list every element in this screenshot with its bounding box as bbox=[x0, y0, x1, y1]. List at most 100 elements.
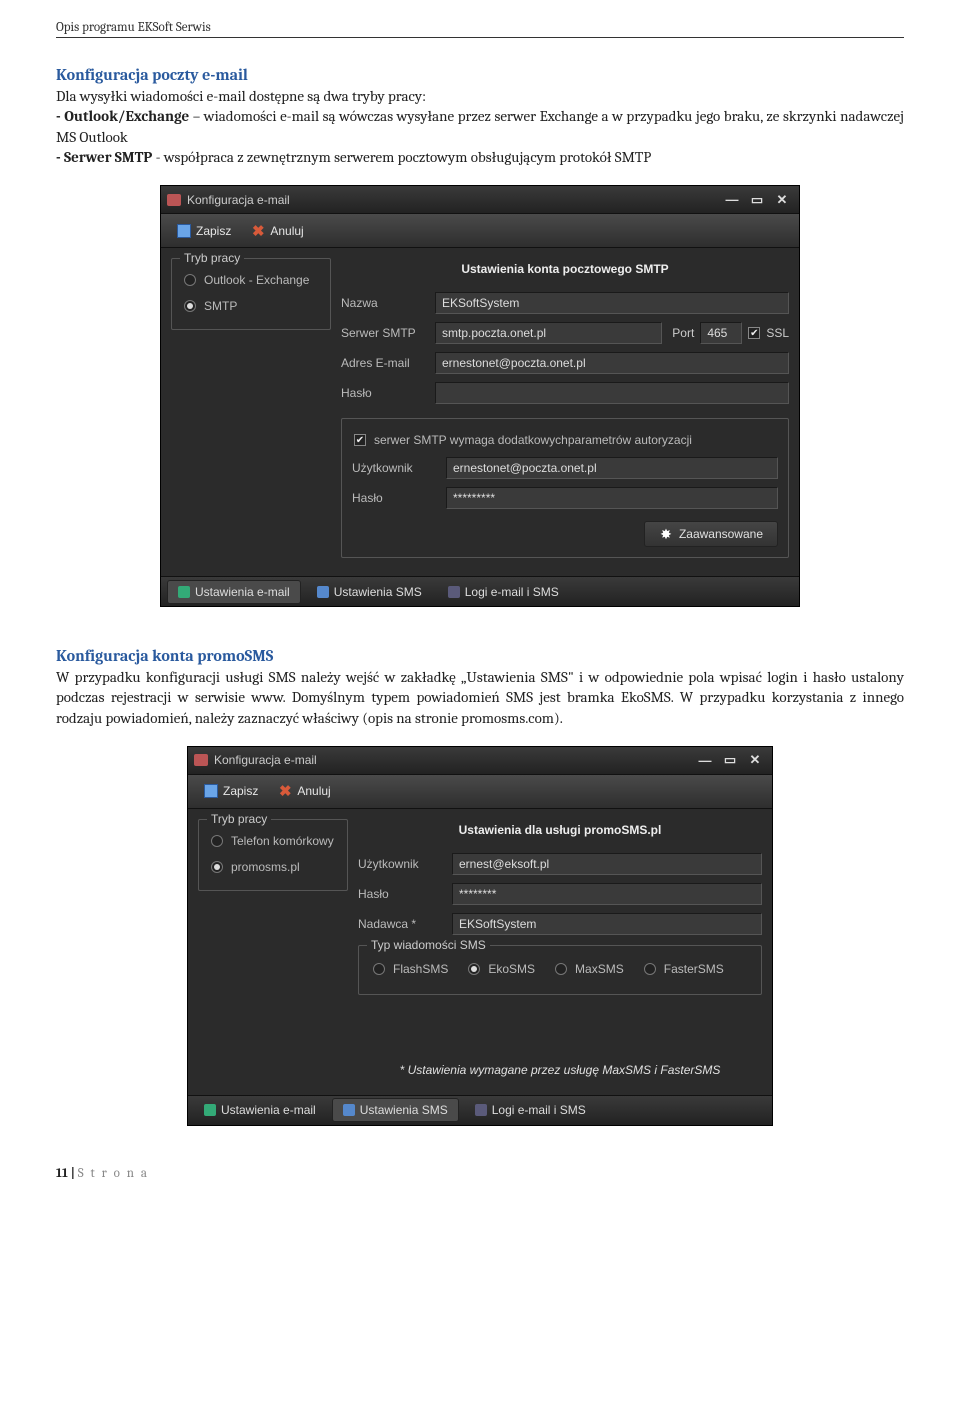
page-word: S t r o n a bbox=[78, 1166, 149, 1181]
tab-email-settings[interactable]: Ustawienia e-mail bbox=[194, 1099, 326, 1121]
cancel-icon: ✖ bbox=[251, 224, 265, 238]
window-titlebar: Konfiguracja e-mail — ▭ ✕ bbox=[161, 186, 799, 214]
section-title-email: Konfiguracja poczty e-mail bbox=[56, 66, 904, 84]
toolbar: Zapisz ✖ Anuluj bbox=[188, 775, 772, 809]
button-label: Zapisz bbox=[196, 224, 231, 238]
password-input[interactable]: ******** bbox=[452, 883, 762, 905]
body-paragraph: W przypadku konfiguracji usługi SMS nale… bbox=[56, 667, 904, 728]
maximize-button[interactable]: ▭ bbox=[719, 751, 741, 769]
work-mode-fieldset: Tryb pracy Outlook - Exchange SMTP bbox=[171, 258, 331, 330]
radio-fastersms[interactable]: FasterSMS bbox=[644, 960, 724, 978]
name-input[interactable]: EKSoftSystem bbox=[435, 292, 789, 314]
section-title-promosms: Konfiguracja konta promoSMS bbox=[56, 647, 904, 665]
radio-flashsms[interactable]: FlashSMS bbox=[373, 960, 448, 978]
save-icon bbox=[204, 784, 218, 798]
bottom-tabbar: Ustawienia e-mail Ustawienia SMS Logi e-… bbox=[161, 576, 799, 606]
radio-smtp[interactable]: SMTP bbox=[182, 293, 320, 319]
radio-phone[interactable]: Telefon komórkowy bbox=[209, 828, 337, 854]
auth-checkbox-row[interactable]: serwer SMTP wymaga dodatkowychparametrów… bbox=[352, 427, 778, 453]
ssl-checkbox[interactable] bbox=[748, 327, 760, 339]
password-label: Hasło bbox=[341, 386, 425, 400]
close-button[interactable]: ✕ bbox=[744, 751, 766, 769]
button-label: Anuluj bbox=[297, 784, 330, 798]
radio-label: promosms.pl bbox=[231, 860, 300, 874]
gear-icon: ✸ bbox=[659, 527, 673, 541]
close-button[interactable]: ✕ bbox=[771, 191, 793, 209]
name-label: Nazwa bbox=[341, 296, 425, 310]
radio-icon bbox=[373, 963, 385, 975]
password2-label: Hasło bbox=[352, 491, 436, 505]
window-titlebar: Konfiguracja e-mail — ▭ ✕ bbox=[188, 747, 772, 775]
phone-icon bbox=[343, 1104, 355, 1116]
user-input[interactable]: ernest@eksoft.pl bbox=[452, 853, 762, 875]
sender-input[interactable]: EKSoftSystem bbox=[452, 913, 762, 935]
app-icon bbox=[167, 194, 181, 206]
phone-icon bbox=[317, 586, 329, 598]
radio-maxsms[interactable]: MaxSMS bbox=[555, 960, 624, 978]
password2-input[interactable]: ********* bbox=[446, 487, 778, 509]
text: - współpraca z zewnętrznym serwerem pocz… bbox=[152, 148, 651, 166]
tab-label: Ustawienia SMS bbox=[360, 1103, 448, 1117]
window-title: Konfiguracja e-mail bbox=[187, 193, 290, 207]
sender-label: Nadawca * bbox=[358, 917, 442, 931]
user-input[interactable]: ernestonet@poczta.onet.pl bbox=[446, 457, 778, 479]
radio-icon bbox=[644, 963, 656, 975]
radio-outlook[interactable]: Outlook - Exchange bbox=[182, 267, 320, 293]
server-input[interactable]: smtp.poczta.onet.pl bbox=[435, 322, 662, 344]
page-number: 11 | bbox=[56, 1166, 78, 1181]
button-label: Anuluj bbox=[270, 224, 303, 238]
body-paragraph: Dla wysyłki wiadomości e-mail dostępne s… bbox=[56, 86, 904, 167]
sms-config-window: Konfiguracja e-mail — ▭ ✕ Zapisz ✖ Anulu… bbox=[187, 746, 773, 1126]
text: Dla wysyłki wiadomości e-mail dostępne s… bbox=[56, 87, 426, 105]
minimize-button[interactable]: — bbox=[694, 751, 716, 769]
panel-title: Ustawienia dla usługi promoSMS.pl bbox=[358, 819, 762, 849]
fieldset-legend: Tryb pracy bbox=[207, 812, 271, 826]
radio-icon bbox=[555, 963, 567, 975]
app-icon bbox=[194, 754, 208, 766]
sms-type-fieldset: Typ wiadomości SMS FlashSMS EkoSMS Ma bbox=[358, 945, 762, 995]
log-icon bbox=[448, 586, 460, 598]
log-icon bbox=[475, 1104, 487, 1116]
save-icon bbox=[177, 224, 191, 238]
advanced-button[interactable]: ✸ Zaawansowane bbox=[644, 521, 778, 547]
tab-sms-settings[interactable]: Ustawienia SMS bbox=[332, 1098, 459, 1122]
footnote-text: * Ustawienia wymagane przez usługę MaxSM… bbox=[358, 1003, 762, 1085]
tab-logs[interactable]: Logi e-mail i SMS bbox=[438, 581, 569, 603]
save-button[interactable]: Zapisz bbox=[196, 781, 266, 801]
radio-promosms[interactable]: promosms.pl bbox=[209, 854, 337, 880]
tab-logs[interactable]: Logi e-mail i SMS bbox=[465, 1099, 596, 1121]
panel-title: Ustawienia konta pocztowego SMTP bbox=[341, 258, 789, 288]
mail-icon bbox=[178, 586, 190, 598]
radio-icon bbox=[211, 861, 223, 873]
page-footer: 11 | S t r o n a bbox=[56, 1166, 904, 1181]
tab-sms-settings[interactable]: Ustawienia SMS bbox=[307, 581, 432, 603]
email-config-window: Konfiguracja e-mail — ▭ ✕ Zapisz ✖ Anulu… bbox=[160, 185, 800, 607]
checkbox-label: serwer SMTP wymaga dodatkowychparametrów… bbox=[374, 433, 692, 447]
port-input[interactable]: 465 bbox=[700, 322, 742, 344]
password-label: Hasło bbox=[358, 887, 442, 901]
document-header: Opis programu EKSoft Serwis bbox=[56, 20, 904, 38]
cancel-button[interactable]: ✖ Anuluj bbox=[243, 221, 311, 241]
tab-label: Ustawienia e-mail bbox=[221, 1103, 316, 1117]
cancel-button[interactable]: ✖ Anuluj bbox=[270, 781, 338, 801]
radio-label: MaxSMS bbox=[575, 962, 624, 976]
password-input[interactable] bbox=[435, 382, 789, 404]
maximize-button[interactable]: ▭ bbox=[746, 191, 768, 209]
checkbox-icon bbox=[354, 434, 366, 446]
save-button[interactable]: Zapisz bbox=[169, 221, 239, 241]
radio-label: SMTP bbox=[204, 299, 237, 313]
tab-label: Logi e-mail i SMS bbox=[492, 1103, 586, 1117]
email-input[interactable]: ernestonet@poczta.onet.pl bbox=[435, 352, 789, 374]
auth-fieldset: serwer SMTP wymaga dodatkowychparametrów… bbox=[341, 418, 789, 558]
radio-label: Telefon komórkowy bbox=[231, 834, 334, 848]
tab-label: Ustawienia e-mail bbox=[195, 585, 290, 599]
user-label: Użytkownik bbox=[358, 857, 442, 871]
user-label: Użytkownik bbox=[352, 461, 436, 475]
work-mode-fieldset: Tryb pracy Telefon komórkowy promosms.pl bbox=[198, 819, 348, 891]
minimize-button[interactable]: — bbox=[721, 191, 743, 209]
cancel-icon: ✖ bbox=[278, 784, 292, 798]
server-label: Serwer SMTP bbox=[341, 326, 425, 340]
tab-email-settings[interactable]: Ustawienia e-mail bbox=[167, 580, 301, 604]
radio-ekosms[interactable]: EkoSMS bbox=[468, 960, 535, 978]
text-bold: - Outlook/Exchange bbox=[56, 107, 189, 125]
